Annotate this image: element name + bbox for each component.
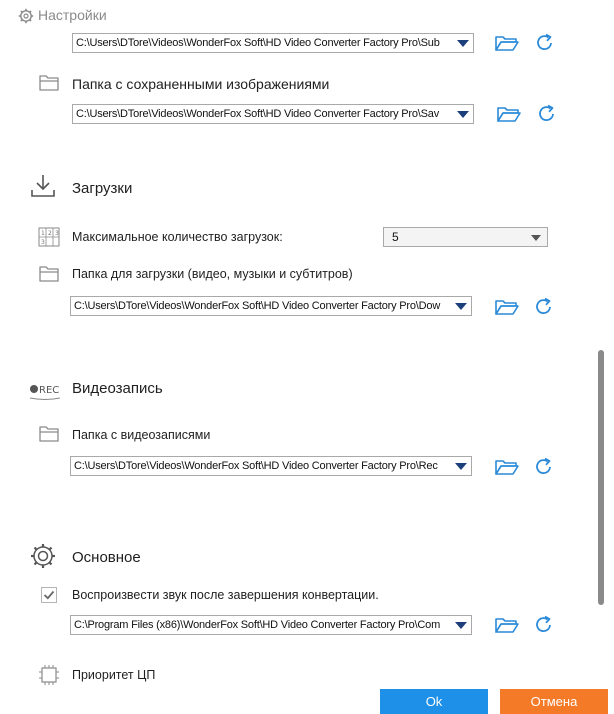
chevron-down-icon[interactable]	[457, 111, 469, 118]
download-path-value: C:\Users\DTore\Videos\WonderFox Soft\HD …	[74, 300, 441, 312]
max-downloads-select[interactable]: 5	[383, 227, 548, 247]
folder-icon	[39, 426, 59, 442]
svg-text:1: 1	[41, 230, 45, 237]
reset-icon[interactable]	[532, 32, 558, 54]
sound-path-value: C:\Program Files (x86)\WonderFox Soft\HD…	[74, 619, 441, 631]
svg-text:3: 3	[41, 239, 45, 246]
cpu-icon	[39, 665, 59, 685]
folder-open-icon[interactable]	[494, 614, 520, 636]
max-downloads-label: Максимальное количество загрузок:	[72, 230, 283, 244]
recording-path-value: C:\Users\DTore\Videos\WonderFox Soft\HD …	[74, 460, 438, 472]
recording-section-title: Видеозапись	[72, 380, 163, 397]
cancel-button[interactable]: Отмена	[500, 689, 608, 714]
snapshot-path-value: C:\Users\DTore\Videos\WonderFox Soft\HD …	[76, 108, 440, 120]
sound-after-conversion-label: Воспроизвести звук после завершения конв…	[72, 588, 379, 602]
chevron-down-icon[interactable]	[457, 40, 469, 47]
folder-open-icon[interactable]	[494, 456, 520, 478]
svg-text:2: 2	[48, 230, 52, 237]
snapshot-folder-label: Папка с сохраненными изображениями	[72, 76, 330, 92]
folder-open-icon[interactable]	[494, 296, 520, 318]
svg-text:REC: REC	[39, 385, 59, 396]
sound-path-dropdown[interactable]: C:\Program Files (x86)\WonderFox Soft\HD…	[70, 615, 472, 635]
chevron-down-icon[interactable]	[455, 622, 467, 629]
max-downloads-value: 5	[392, 230, 399, 244]
general-section-title: Основное	[72, 549, 141, 566]
folder-open-icon[interactable]	[494, 32, 520, 54]
recording-folder-label: Папка с видеозаписями	[72, 428, 211, 442]
folder-icon	[39, 266, 59, 282]
reset-icon[interactable]	[531, 296, 557, 318]
reset-icon[interactable]	[531, 456, 557, 478]
download-path-dropdown[interactable]: C:\Users\DTore\Videos\WonderFox Soft\HD …	[70, 296, 472, 316]
gear-icon	[18, 8, 34, 24]
ok-button[interactable]: Ok	[380, 689, 488, 714]
reset-icon[interactable]	[534, 103, 560, 125]
download-icon	[31, 175, 55, 197]
subtitle-path-value: C:\Users\DTore\Videos\WonderFox Soft\HD …	[76, 37, 440, 49]
svg-text:3: 3	[55, 230, 59, 237]
chevron-down-icon[interactable]	[455, 463, 467, 470]
reset-icon[interactable]	[531, 614, 557, 636]
window-title: Настройки	[38, 7, 107, 23]
recording-path-dropdown[interactable]: C:\Users\DTore\Videos\WonderFox Soft\HD …	[70, 456, 472, 476]
folder-open-icon[interactable]	[496, 103, 522, 125]
downloads-section-title: Загрузки	[72, 180, 133, 197]
folder-icon	[39, 75, 59, 91]
cpu-priority-label: Приоритет ЦП	[72, 668, 156, 682]
sound-checkbox[interactable]	[41, 587, 57, 603]
rec-icon: REC	[29, 385, 61, 400]
chevron-down-icon[interactable]	[455, 303, 467, 310]
scrollbar-thumb[interactable]	[598, 350, 604, 605]
subtitle-path-dropdown[interactable]: C:\Users\DTore\Videos\WonderFox Soft\HD …	[72, 33, 474, 53]
numbers-grid-icon: 1 2 3 3	[38, 227, 60, 247]
download-folder-label: Папка для загрузки (видео, музыки и субт…	[72, 267, 353, 281]
chevron-down-icon[interactable]	[531, 235, 541, 241]
snapshot-path-dropdown[interactable]: C:\Users\DTore\Videos\WonderFox Soft\HD …	[72, 104, 474, 124]
settings-gear-icon	[31, 544, 55, 568]
